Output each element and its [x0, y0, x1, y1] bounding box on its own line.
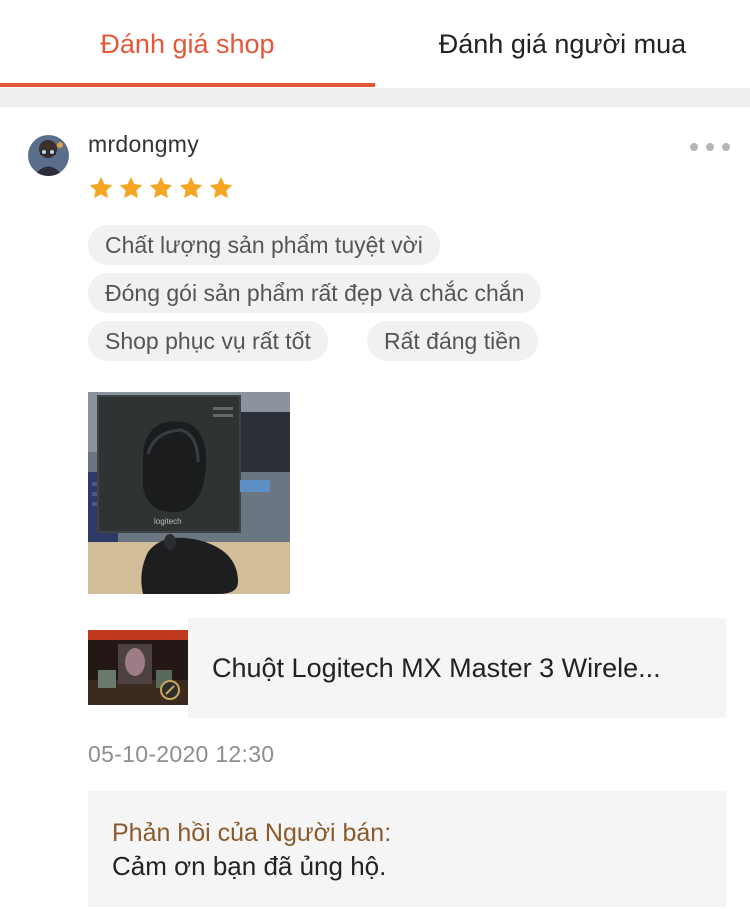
review-photo[interactable]: logitech [88, 392, 290, 594]
avatar[interactable] [28, 135, 69, 176]
seller-reply-text: Cảm ơn bạn đã ủng hộ. [112, 851, 387, 881]
seller-reply-label: Phản hồi của Người bán: [112, 819, 392, 847]
product-name-box: Chuột Logitech MX Master 3 Wirele... [188, 618, 726, 718]
star-icon [119, 176, 143, 199]
review-tabs: Đánh giá shop Đánh giá người mua [0, 0, 750, 88]
review-tag: Rất đáng tiền [367, 321, 538, 361]
more-options-icon[interactable] [690, 135, 730, 159]
review-tag: Shop phục vụ rất tốt [88, 321, 328, 361]
seller-reply-box: Phản hồi của Người bán: Cảm ơn bạn đã ủn… [88, 791, 726, 907]
product-name: Chuột Logitech MX Master 3 Wirele... [212, 652, 661, 683]
review-timestamp: 05-10-2020 12:30 [88, 741, 275, 767]
star-icon [179, 176, 203, 199]
review-tag: Đóng gói sản phẩm rất đẹp và chắc chắn [88, 273, 542, 313]
svg-text:logitech: logitech [154, 517, 182, 526]
section-divider [0, 88, 750, 107]
review-tag: Chất lượng sản phẩm tuyệt vời [88, 225, 440, 265]
product-thumbnail [88, 630, 188, 705]
reviewer-username[interactable]: mrdongmy [88, 131, 199, 158]
star-icon [89, 176, 113, 199]
product-link-card[interactable]: Chuột Logitech MX Master 3 Wirele... [88, 618, 726, 718]
active-tab-indicator [0, 83, 375, 87]
star-icon [149, 176, 173, 199]
tab-buyer-reviews[interactable]: Đánh giá người mua [375, 0, 750, 88]
star-icon [209, 176, 233, 199]
tab-shop-reviews[interactable]: Đánh giá shop [0, 0, 375, 88]
rating-stars [88, 175, 234, 203]
